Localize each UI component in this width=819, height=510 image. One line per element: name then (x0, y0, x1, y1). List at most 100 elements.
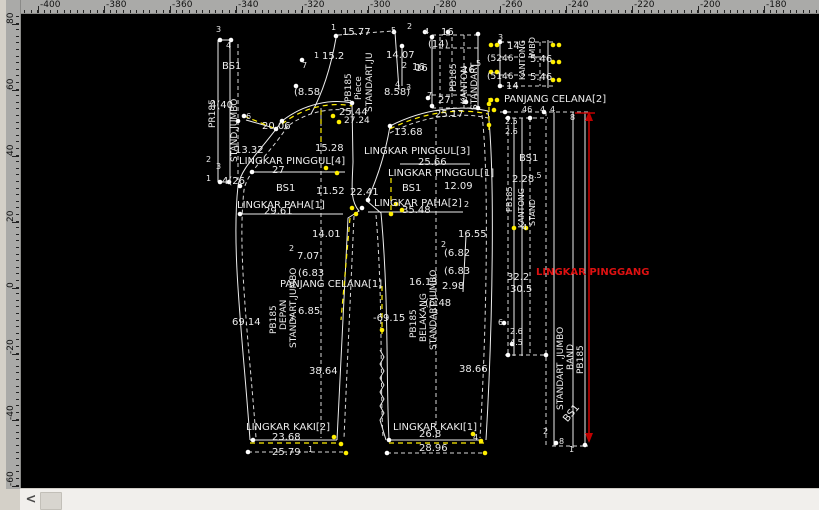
ruler-tick (16, 29, 19, 30)
ruler-label: -300 (370, 1, 390, 10)
ruler-tick (638, 10, 639, 13)
ruler-tick (16, 333, 19, 334)
ruler-tick (486, 10, 487, 13)
horizontal-scrollbar[interactable]: < (20, 488, 819, 510)
ruler-tick (341, 10, 342, 13)
ruler-tick (163, 10, 164, 13)
ruler-label: 0 (7, 282, 16, 288)
ruler-major-tick (698, 6, 699, 13)
ruler-tick (730, 10, 731, 13)
ruler-major-tick (38, 6, 39, 13)
ruler-tick (31, 10, 32, 13)
ruler-tick (552, 10, 553, 13)
ruler-tick (803, 10, 804, 13)
ruler-major-tick (632, 6, 633, 13)
ruler-tick (724, 10, 725, 13)
ruler-tick (16, 168, 19, 169)
ruler-tick (189, 10, 190, 13)
ruler-tick (446, 10, 447, 13)
ruler-tick (380, 10, 381, 13)
ruler-tick (519, 10, 520, 13)
ruler-tick (407, 10, 408, 13)
ruler-tick (16, 339, 19, 340)
ruler-tick (156, 10, 157, 13)
ruler-label: -380 (106, 1, 126, 10)
ruler-tick (704, 10, 705, 13)
ruler-tick (16, 115, 19, 116)
ruler-tick (361, 10, 362, 13)
ruler-tick (262, 10, 263, 13)
ruler-tick (16, 432, 19, 433)
ruler-tick (268, 10, 269, 13)
scrollbar-track[interactable] (62, 489, 819, 510)
ruler-tick (512, 10, 513, 13)
ruler-tick (539, 10, 540, 13)
ruler-tick (16, 458, 19, 459)
ruler-tick (64, 10, 65, 13)
ruler-tick (275, 10, 276, 13)
ruler-tick (16, 366, 19, 367)
ruler-tick (750, 10, 751, 13)
ruler-major-tick (764, 6, 765, 13)
ruler-tick (116, 10, 117, 13)
ruler-tick (16, 326, 19, 327)
ruler-tick (16, 412, 19, 413)
ruler-tick (460, 10, 461, 13)
ruler-tick (526, 10, 527, 13)
ruler-tick (671, 10, 672, 13)
ruler-tick (136, 10, 137, 13)
ruler-label: -220 (634, 1, 654, 10)
ruler-tick (44, 10, 45, 13)
ruler-label: -280 (436, 1, 456, 10)
drawing-canvas[interactable] (20, 13, 819, 489)
ruler-tick (24, 10, 25, 13)
ruler-tick (334, 10, 335, 13)
ruler-major-tick (170, 6, 171, 13)
ruler-tick (16, 207, 19, 208)
ruler-tick (374, 10, 375, 13)
ruler-tick (400, 10, 401, 13)
ruler-tick (16, 399, 19, 400)
ruler-tick (16, 69, 19, 70)
ruler-tick (16, 478, 19, 479)
ruler-tick (16, 273, 19, 274)
ruler-tick (16, 181, 19, 182)
ruler-major-tick (566, 6, 567, 13)
ruler-tick (611, 10, 612, 13)
ruler-major-tick (434, 6, 435, 13)
ruler-tick (347, 10, 348, 13)
ruler-tick (16, 95, 19, 96)
ruler-tick (16, 122, 19, 123)
ruler-tick (16, 306, 19, 307)
ruler-tick (295, 10, 296, 13)
ruler-tick (242, 10, 243, 13)
ruler-label: -400 (40, 1, 60, 10)
ruler-tick (473, 10, 474, 13)
ruler-tick (16, 227, 19, 228)
ruler-tick (130, 10, 131, 13)
ruler-tick (16, 452, 19, 453)
scrollbar-thumb[interactable] (40, 492, 62, 510)
ruler-major-tick (12, 486, 19, 487)
ruler-major-tick (104, 6, 105, 13)
ruler-tick (143, 10, 144, 13)
ruler-tick (222, 10, 223, 13)
ruler-label: -240 (568, 1, 588, 10)
ruler-tick (16, 320, 19, 321)
ruler-tick (97, 10, 98, 13)
ruler-tick (196, 10, 197, 13)
ruler-tick (16, 56, 19, 57)
scroll-left-button[interactable]: < (22, 491, 40, 509)
ruler-tick (16, 372, 19, 373)
ruler-tick (684, 10, 685, 13)
ruler-tick (717, 10, 718, 13)
ruler-tick (16, 313, 19, 314)
ruler-tick (288, 10, 289, 13)
ruler-tick (572, 10, 573, 13)
ruler-major-tick (12, 156, 19, 157)
ruler-tick (50, 10, 51, 13)
ruler-tick (776, 10, 777, 13)
ruler-tick (644, 10, 645, 13)
ruler-tick (16, 445, 19, 446)
ruler-tick (90, 10, 91, 13)
